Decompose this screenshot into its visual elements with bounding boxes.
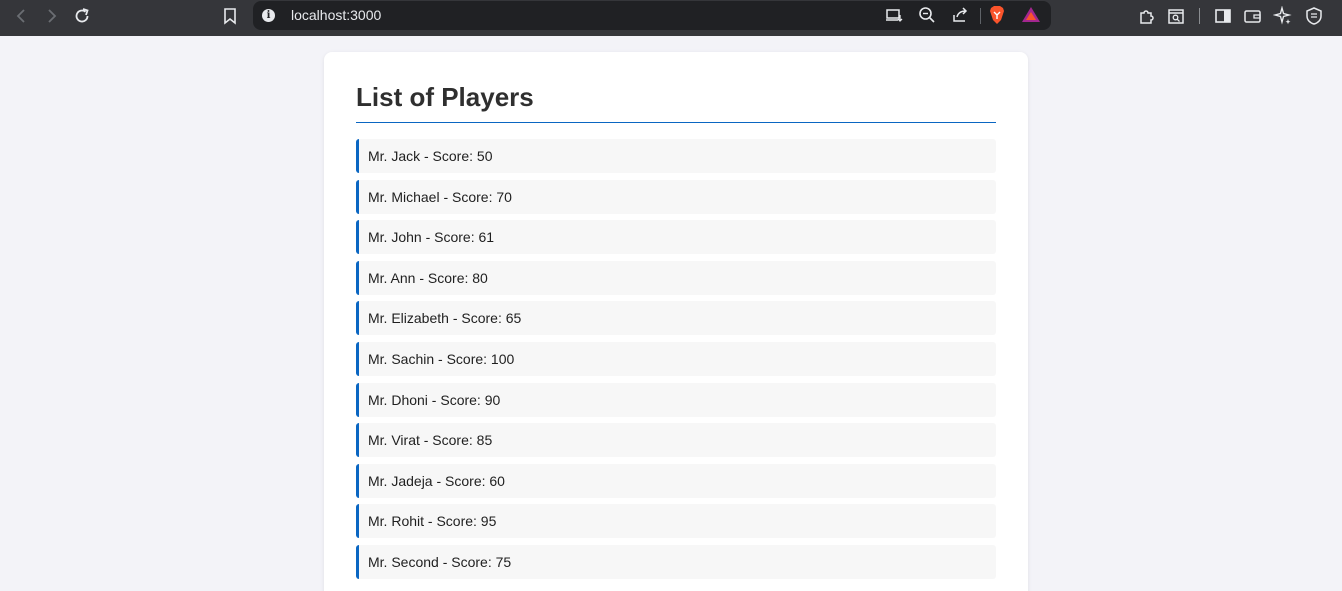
vpn-icon[interactable]: [1301, 4, 1327, 28]
player-item: Mr. Dhoni - Score: 90: [356, 382, 996, 417]
reload-icon[interactable]: [69, 4, 95, 28]
browser-toolbar: i localhost:3000: [0, 0, 1342, 36]
player-item: Mr. Sachin - Score: 100: [356, 341, 996, 376]
bookmark-icon[interactable]: [217, 4, 243, 28]
player-item: Mr. Elizabeth - Score: 65: [356, 301, 996, 336]
extensions-icon[interactable]: [1134, 4, 1160, 28]
brave-rewards-icon[interactable]: [1018, 3, 1044, 27]
player-item: Mr. Second - Score: 75: [356, 544, 996, 579]
install-app-icon[interactable]: [881, 3, 907, 27]
site-info-icon[interactable]: i: [262, 9, 275, 22]
player-item: Mr. Rohit - Score: 95: [356, 504, 996, 539]
player-item: Mr. Virat - Score: 85: [356, 423, 996, 458]
zoom-icon[interactable]: [914, 3, 940, 27]
player-item: Mr. Jadeja - Score: 60: [356, 463, 996, 498]
brave-shields-icon[interactable]: [984, 3, 1010, 27]
page-title: List of Players: [356, 82, 534, 112]
forward-icon[interactable]: [38, 4, 64, 28]
back-icon[interactable]: [9, 4, 35, 28]
wallet-icon[interactable]: [1240, 4, 1266, 28]
share-icon[interactable]: [947, 3, 973, 27]
player-item: Mr. John - Score: 61: [356, 220, 996, 255]
sidebar-icon[interactable]: [1210, 4, 1236, 28]
address-bar[interactable]: i localhost:3000: [253, 1, 1051, 30]
url-text[interactable]: localhost:3000: [291, 7, 381, 23]
title-divider: [356, 122, 996, 123]
leo-ai-icon[interactable]: [1270, 4, 1296, 28]
players-list: Mr. Jack - Score: 50 Mr. Michael - Score…: [356, 139, 996, 586]
player-item: Mr. Jack - Score: 50: [356, 139, 996, 173]
player-item: Mr. Michael - Score: 70: [356, 179, 996, 214]
player-item: Mr. Ann - Score: 80: [356, 260, 996, 295]
players-card: List of Players Mr. Jack - Score: 50 Mr.…: [324, 52, 1028, 591]
tab-search-icon[interactable]: [1163, 4, 1189, 28]
